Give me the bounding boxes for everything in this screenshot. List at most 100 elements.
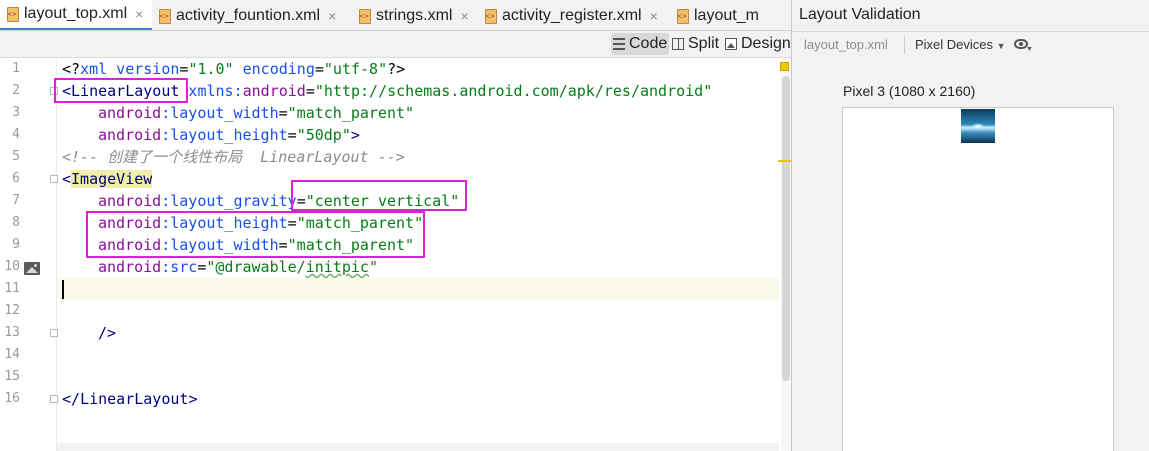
preview-image (961, 109, 995, 143)
code-token: "match_parent" (287, 236, 415, 254)
code-token: LinearLayout (71, 82, 180, 100)
close-icon[interactable]: × (135, 6, 143, 22)
code-line: android:layout_width="match_parent" (98, 102, 779, 124)
tab-layout-m[interactable]: layout_m (676, 0, 791, 30)
code-token: :layout_width (161, 236, 279, 254)
validation-file-name: layout_top.xml (804, 37, 888, 52)
toolbar-divider (904, 36, 905, 54)
code-token: "match_parent" (296, 214, 424, 232)
code-line: android:layout_width="match_parent" (98, 234, 779, 256)
code-line: <?xml version="1.0" encoding="utf-8"?> (62, 58, 779, 80)
code-line: <ImageView (62, 168, 779, 190)
device-label: Pixel 3 (1080 x 2160) (843, 83, 976, 99)
close-icon[interactable]: × (460, 8, 468, 24)
tab-activity-fountion[interactable]: activity_fountion.xml × (158, 0, 358, 30)
code-view-icon (613, 38, 625, 50)
code-token: = (278, 104, 288, 122)
code-line: <!-- 创建了一个线性布局 LinearLayout --> (62, 146, 779, 168)
tab-label: layout_top.xml (24, 5, 128, 22)
error-stripe-marker[interactable] (778, 160, 791, 162)
code-token: < (62, 82, 72, 100)
code-token: android (98, 192, 162, 210)
code-token: "@drawable/ (206, 258, 306, 276)
code-token: :layout_height (161, 126, 288, 144)
code-token: android (98, 258, 162, 276)
code-token: android (98, 126, 162, 144)
code-token: ImageView (71, 170, 153, 188)
code-token: ?> (387, 60, 406, 78)
code-token: initpic (305, 258, 369, 276)
split-view-label: Split (688, 35, 720, 52)
code-token: "center_vertical" (305, 192, 460, 210)
code-token: = (305, 82, 315, 100)
line-number: 10 (4, 259, 20, 274)
split-view-button[interactable]: Split (670, 33, 721, 55)
code-text-area[interactable]: <?xml version="1.0" encoding="utf-8"?> <… (57, 58, 779, 451)
line-number: 13 (4, 325, 20, 340)
code-token: = (296, 192, 306, 210)
tab-label: layout_m (694, 6, 759, 24)
line-number: 9 (12, 237, 20, 252)
line-number-gutter: 1 2 3 4 5 6 7 8 9 10 11 12 13 14 15 16 (0, 58, 58, 451)
code-token: android (98, 236, 162, 254)
code-token: <? (62, 60, 81, 78)
code-line: <LinearLayout xmlns:android="http://sche… (62, 80, 779, 102)
code-token: /> (98, 324, 117, 342)
code-view-label: Code (629, 35, 668, 52)
code-token: = (278, 236, 288, 254)
line-number: 16 (4, 391, 20, 406)
editor-tab-bar: layout_top.xml × activity_fountion.xml ×… (0, 0, 791, 31)
code-token: xml version (80, 60, 180, 78)
horizontal-scrollbar[interactable] (57, 443, 779, 451)
code-token: encoding (233, 60, 315, 78)
line-number: 11 (4, 281, 20, 296)
design-view-button[interactable]: Design (723, 33, 793, 55)
code-line: android:layout_height="50dp"> (98, 124, 779, 146)
line-number: 8 (12, 215, 20, 230)
code-token: " (368, 258, 378, 276)
close-icon[interactable]: × (650, 8, 658, 24)
code-view-button[interactable]: Code (611, 33, 670, 55)
code-token: android (98, 104, 162, 122)
editor-view-toolbar: Code Split Design (0, 31, 791, 58)
code-token: xmlns: (179, 82, 243, 100)
tab-activity-register[interactable]: activity_register.xml × (484, 0, 670, 30)
device-preview[interactable] (842, 107, 1114, 451)
tab-layout-top[interactable]: layout_top.xml × (0, 0, 152, 30)
design-view-icon (725, 38, 737, 50)
split-view-icon (672, 38, 684, 50)
device-set-dropdown[interactable]: Pixel Devices ▼ (915, 37, 1006, 52)
chevron-down-icon[interactable]: ▼ (1026, 46, 1033, 53)
code-line: android:src="@drawable/initpic" (98, 256, 779, 278)
code-token: "1.0" (188, 60, 234, 78)
code-comment: <!-- 创建了一个线性布局 LinearLayout --> (62, 148, 405, 166)
current-code-line (57, 278, 779, 300)
code-token: = (314, 60, 324, 78)
code-token: < (62, 170, 72, 188)
line-number: 12 (4, 303, 20, 318)
code-token: > (188, 390, 198, 408)
code-token: android (242, 82, 306, 100)
line-number: 15 (4, 369, 20, 384)
code-token: "match_parent" (287, 104, 415, 122)
line-number: 7 (12, 193, 20, 208)
code-token: "50dp" (296, 126, 351, 144)
warning-marker[interactable] (780, 62, 789, 71)
device-set-label: Pixel Devices (915, 37, 994, 52)
xml-file-icon (484, 8, 497, 24)
layout-validation-panel: Layout Validation layout_top.xml Pixel D… (791, 0, 1149, 451)
code-line: android:layout_gravity="center_vertical" (98, 190, 779, 212)
vertical-scrollbar-thumb[interactable] (782, 76, 790, 381)
line-number: 4 (12, 127, 20, 142)
code-editor[interactable]: 1 2 3 4 5 6 7 8 9 10 11 12 13 14 15 16 <… (0, 58, 791, 451)
code-token: android (98, 214, 162, 232)
code-token: :layout_height (161, 214, 288, 232)
text-caret (62, 280, 64, 299)
tab-strings[interactable]: strings.xml × (358, 0, 478, 30)
code-line: /> (98, 322, 779, 344)
validation-toolbar: layout_top.xml Pixel Devices ▼ ▼ (792, 31, 1149, 58)
line-number: 14 (4, 347, 20, 362)
vertical-scrollbar[interactable] (781, 58, 791, 451)
close-icon[interactable]: × (328, 8, 336, 24)
image-preview-icon[interactable] (24, 262, 40, 275)
